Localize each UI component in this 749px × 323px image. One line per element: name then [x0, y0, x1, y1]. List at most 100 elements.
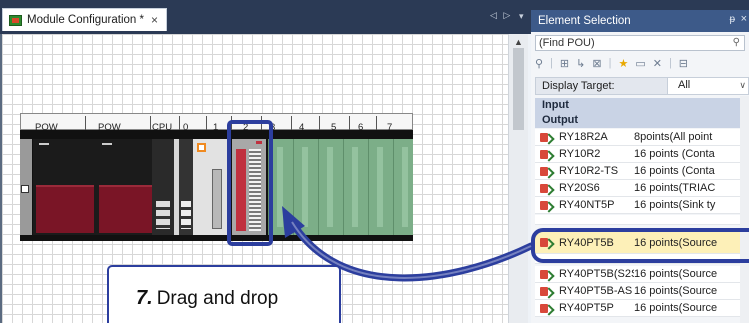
slot-divider [319, 116, 320, 130]
slot-label: POW [98, 122, 121, 133]
list-item[interactable]: RY20S6 16 points(TRIAC [535, 180, 749, 197]
folder-icon[interactable]: ▭ [635, 57, 645, 70]
power-supply-module[interactable] [33, 139, 97, 235]
empty-slot-7[interactable] [368, 139, 393, 235]
search-icon[interactable]: ⚲ [733, 36, 740, 50]
output-module-icon [540, 149, 553, 160]
scrollbar-thumb[interactable] [513, 48, 524, 130]
category-label: Output [542, 114, 579, 126]
output-module-icon [540, 166, 553, 177]
list-item-partial [535, 215, 749, 225]
module-desc: 16 points(Source [634, 302, 718, 314]
options-icon[interactable]: ⊟ [679, 57, 688, 70]
step-instruction: Drag and drop [156, 288, 279, 309]
module-led [102, 143, 112, 145]
slot-divider [376, 116, 377, 130]
base-unit[interactable]: POW POW CPU 0 1 2 3 4 5 6 7 [20, 113, 413, 241]
source-item-highlight [531, 228, 749, 263]
output-module-icon [540, 183, 553, 194]
module-config-icon [9, 14, 22, 26]
list-vertical-scrollbar[interactable] [740, 96, 749, 323]
slot-label: 4 [299, 122, 305, 133]
list-item[interactable]: RY40PT5B(S2S) 16 points(Source [535, 266, 749, 283]
tab-scroll-arrows[interactable]: ◁ ▷ [490, 10, 512, 21]
empty-slot-4[interactable] [293, 139, 318, 235]
tab-module-configuration[interactable]: Module Configuration * × [2, 8, 167, 31]
slot-label: 1 [213, 122, 219, 133]
list-item[interactable]: RY18R2A 8points(All point [535, 129, 749, 146]
close-icon[interactable]: × [151, 13, 158, 27]
slot-divider [179, 116, 180, 130]
power-face [36, 185, 94, 233]
expand-icon[interactable]: ↳ [576, 57, 585, 70]
step-number: 7. [136, 287, 153, 309]
connector-square [21, 185, 29, 193]
module-name: RY18R2A [559, 131, 608, 143]
output-module-icon [540, 286, 553, 297]
list-item[interactable]: RY10R2-TS 16 points (Conta [535, 163, 749, 180]
list-view-icon[interactable]: ⊞ [560, 57, 569, 70]
pane-toolbar: ⚲ | ⊞ ↳ ⊠ | ★ ▭ ✕ | ⊟ [535, 54, 688, 72]
module-name: RY40NT5P [559, 199, 615, 211]
output-module-icon [540, 200, 553, 211]
category-output[interactable]: Output [535, 113, 749, 128]
instruction-callout: 7. Drag and drop [107, 265, 341, 323]
scroll-up-icon[interactable]: ▲ [514, 37, 523, 47]
list-item[interactable]: RY40PT5P 16 points(Source [535, 300, 749, 317]
empty-slot-8[interactable] [393, 139, 413, 235]
display-target-value[interactable]: All [667, 78, 748, 94]
module-led [39, 143, 49, 145]
io-port [181, 201, 191, 229]
slot-label: CPU [152, 122, 173, 133]
drop-target-highlight [227, 120, 273, 246]
empty-slot-6[interactable] [343, 139, 368, 235]
power-face [99, 185, 157, 233]
slot-divider [206, 116, 207, 130]
list-item[interactable]: RY40NT5P 16 points(Sink ty [535, 197, 749, 214]
module-desc: 16 points (Conta [634, 165, 715, 177]
status-led [197, 143, 206, 152]
favorite-icon[interactable]: ★ [618, 57, 628, 70]
find-pou-input[interactable]: (Find POU) ⚲ [535, 35, 745, 51]
module-desc: 16 points(Source [634, 285, 718, 297]
slot-label-rail: POW POW CPU 0 1 2 3 4 5 6 7 [20, 113, 413, 133]
pin-icon[interactable]: ᵽ [729, 14, 735, 25]
tab-title: Module Configuration * [27, 14, 144, 26]
output-module-icon [540, 303, 553, 314]
output-module-icon [540, 132, 553, 143]
module-name: RY10R2-TS [559, 165, 619, 177]
display-target-selector[interactable]: Display Target: All [535, 77, 749, 95]
module-desc: 16 points(TRIAC [634, 182, 716, 194]
module-name: RY40PT5B-AS [559, 285, 633, 297]
slot-divider [349, 116, 350, 130]
element-selection-pane: (Find POU) ⚲ ⚲ | ⊞ ↳ ⊠ | ★ ▭ ✕ | ⊟ Displ… [531, 32, 749, 323]
category-input[interactable]: Input^ [535, 98, 749, 113]
filter-icon[interactable]: ⊠ [592, 57, 601, 70]
list-item[interactable]: RY10R2 16 points (Conta [535, 146, 749, 163]
empty-slot-5[interactable] [318, 139, 343, 235]
module-desc: 16 points (Conta [634, 148, 715, 160]
module-name: RY20S6 [559, 182, 600, 194]
module-desc: 16 points(Sink ty [634, 199, 716, 211]
toolbar-separator: | [668, 57, 672, 69]
slot-label: 6 [358, 122, 364, 133]
canvas-vertical-scrollbar[interactable]: ▲ [508, 34, 528, 323]
tree-view-icon[interactable]: ⚲ [535, 57, 543, 70]
module-desc: 8points(All point [634, 131, 713, 143]
pane-title: Element Selection [538, 15, 631, 27]
slot-divider [150, 116, 151, 130]
power-supply-module[interactable] [96, 139, 160, 235]
slot-label: POW [35, 122, 58, 133]
display-target-label: Display Target: [542, 80, 615, 92]
delete-icon[interactable]: ✕ [653, 57, 662, 70]
category-label: Input [542, 99, 569, 111]
close-icon[interactable]: × [741, 13, 747, 25]
list-item[interactable]: RY40PT5B-AS 16 points(Source [535, 283, 749, 300]
chevron-down-icon[interactable]: ▾ [519, 11, 524, 22]
slot-label: 7 [387, 122, 393, 133]
io-module-slot-0[interactable] [179, 139, 209, 235]
module-name: RY40PT5P [559, 302, 614, 314]
slot-label: 5 [331, 122, 337, 133]
module-name: RY10R2 [559, 148, 601, 160]
toolbar-separator: | [608, 57, 612, 69]
